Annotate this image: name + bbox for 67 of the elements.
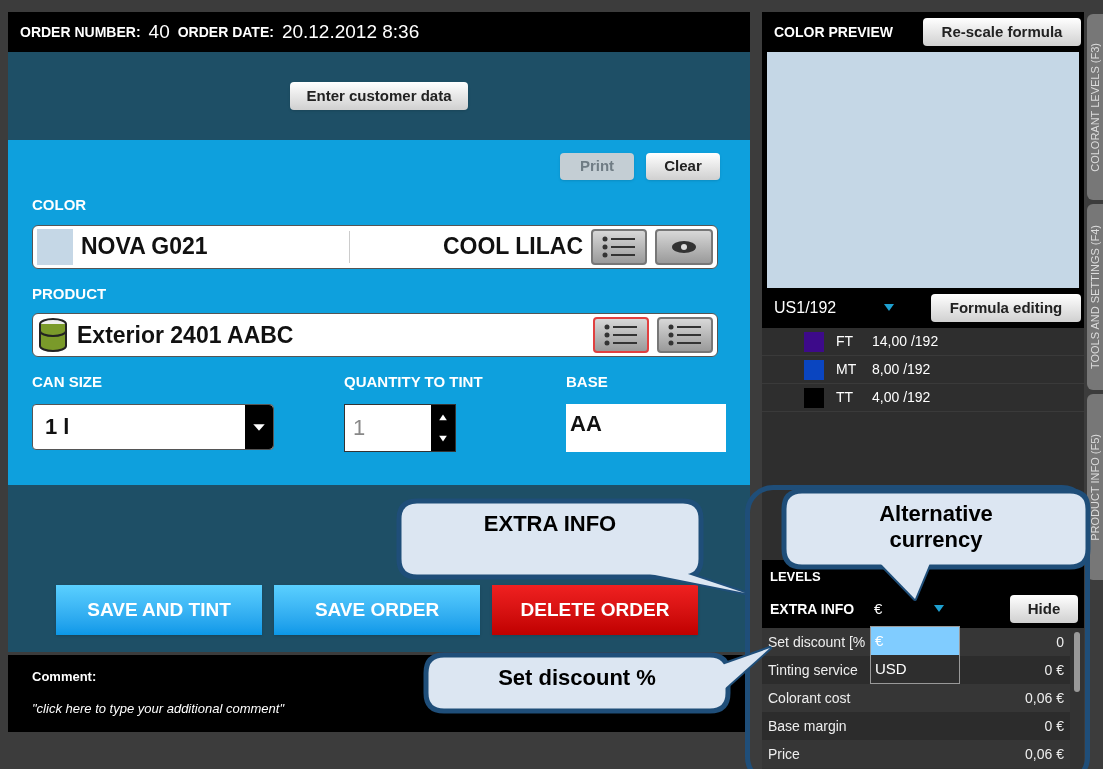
- can-size-value: 1 l: [44, 413, 71, 441]
- quantity-stepper[interactable]: 1: [344, 403, 456, 452]
- caret-down-icon: [245, 404, 273, 449]
- product-field[interactable]: Exterior 2401 AABC: [32, 313, 718, 357]
- preview-title: COLOR PREVIEW: [774, 22, 893, 42]
- caret-down-icon: [934, 605, 944, 613]
- colorant-amount: 14,00 /192: [872, 332, 939, 351]
- extra-info-value: 0: [1056, 632, 1064, 652]
- can-size-label: CAN SIZE: [32, 372, 103, 392]
- order-date-label: ORDER DATE:: [177, 22, 274, 42]
- color-code: NOVA G021: [81, 232, 209, 262]
- action-button[interactable]: Clear: [646, 153, 720, 180]
- eye-icon: [671, 239, 697, 254]
- colorant-code: MT: [836, 360, 858, 379]
- color-swatch: [37, 228, 73, 265]
- order-date: 20.12.2012 8:36: [281, 19, 420, 44]
- currency-value: €: [874, 598, 884, 619]
- order-number-label: ORDER NUMBER:: [20, 22, 141, 42]
- list-icon: [667, 324, 703, 346]
- colorant-code: FT: [836, 332, 855, 351]
- colorant-amount: 8,00 /192: [872, 360, 931, 379]
- can-size-dropdown[interactable]: 1 l: [32, 403, 274, 450]
- list-icon: [601, 235, 637, 258]
- callout-tooltip-text: EXTRA INFO: [482, 511, 618, 537]
- order-number: 40: [148, 19, 170, 44]
- caret-down-icon: [884, 304, 894, 312]
- extra-info-label: Tinting service: [768, 660, 858, 680]
- colorant-code: TT: [836, 388, 855, 407]
- color-field[interactable]: NOVA G021 COOL LILAC: [32, 224, 718, 269]
- list-icon: [603, 324, 639, 346]
- extra-info-label: Price: [768, 744, 800, 764]
- extra-info-label: Base margin: [768, 716, 847, 736]
- color-label: COLOR: [32, 195, 88, 215]
- list-button[interactable]: [591, 228, 647, 265]
- extra-info-title: EXTRA INFO: [770, 599, 856, 619]
- currency-option[interactable]: USD: [871, 655, 959, 683]
- extra-info-value: 0 €: [1044, 716, 1064, 736]
- product-name: Exterior 2401 AABC: [77, 320, 295, 350]
- base-field[interactable]: AA: [566, 403, 726, 452]
- comment-label: Comment:: [32, 668, 97, 686]
- list-button[interactable]: [657, 317, 713, 353]
- order-button[interactable]: DELETE ORDER: [492, 585, 698, 635]
- callout-tooltip-text: Alternative currency: [878, 501, 994, 553]
- callout-tooltip-text: Set discount %: [497, 665, 657, 691]
- list-button[interactable]: [593, 317, 649, 353]
- base-label: BASE: [566, 372, 609, 392]
- quantity-label: QUANTITY TO TINT: [344, 372, 484, 392]
- product-label: PRODUCT: [32, 283, 108, 304]
- extra-info-value: 0,06 €: [1025, 744, 1064, 764]
- extra-info-value: 0 €: [1044, 660, 1064, 680]
- extra-info-label: Set discount [%: [768, 632, 866, 652]
- view-button[interactable]: [655, 228, 713, 265]
- rescale-formula-button[interactable]: Re-scale formula: [923, 18, 1081, 46]
- extra-info-value: 0,06 €: [1025, 688, 1064, 708]
- scrollbar[interactable]: [1074, 632, 1080, 692]
- quantity-value: 1: [352, 413, 367, 442]
- formula-editing-button[interactable]: Formula editing: [931, 294, 1081, 322]
- extra-info-label: Colorant cost: [768, 688, 851, 708]
- hide-button[interactable]: Hide: [1010, 595, 1078, 623]
- unit-value: US1/192: [774, 298, 838, 318]
- paint-can-icon: [37, 317, 69, 353]
- levels-label: LEVELS: [770, 567, 821, 586]
- color-name: COOL LILAC: [441, 232, 583, 262]
- stepper-arrows-icon: [431, 404, 455, 451]
- colorant-amount: 4,00 /192: [872, 388, 931, 407]
- enter-customer-data-button[interactable]: Enter customer data: [290, 82, 468, 110]
- comment-placeholder: "click here to type your additional comment": [32, 699, 284, 718]
